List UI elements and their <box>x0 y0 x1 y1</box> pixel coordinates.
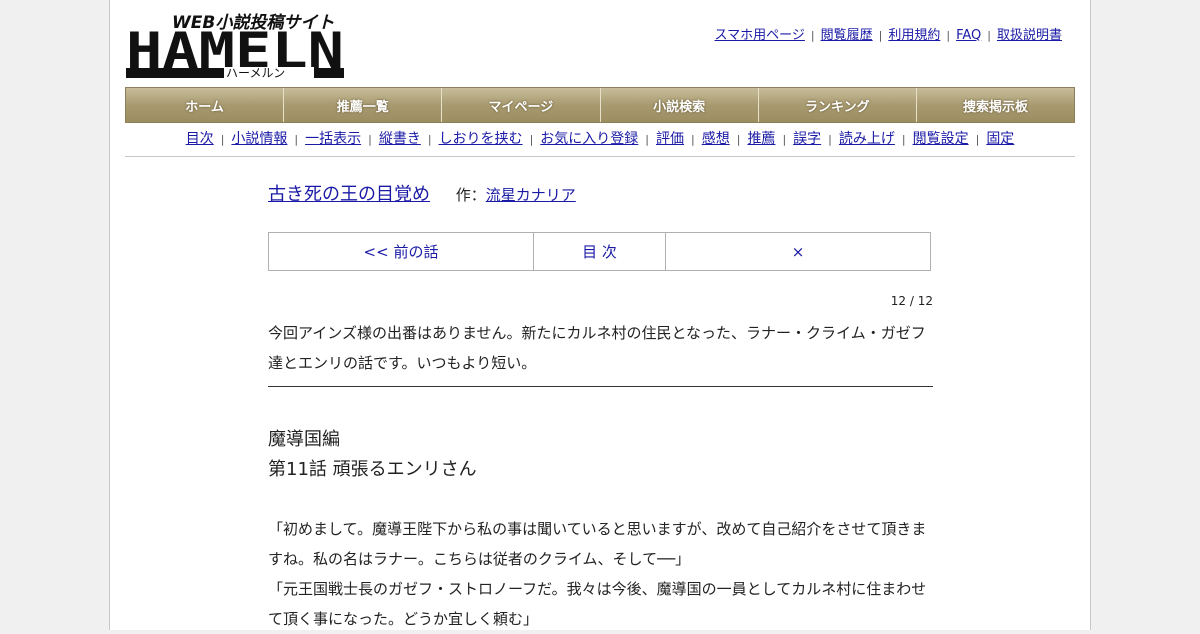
link-faq[interactable]: FAQ <box>956 28 981 43</box>
nav-home[interactable]: ホーム <box>126 88 285 122</box>
link-recommend[interactable]: 推薦 <box>747 131 775 147</box>
link-terms[interactable]: 利用規約 <box>888 28 940 43</box>
toc-button[interactable]: 目 次 <box>534 233 666 270</box>
link-comments[interactable]: 感想 <box>702 131 730 147</box>
nav-search-board[interactable]: 捜索掲示板 <box>916 88 1075 122</box>
body-paragraph: 「元王国戦士長のガゼフ・ストロノーフだ。我々は今後、魔導国の一員としてカルネ村に… <box>268 580 927 628</box>
link-history[interactable]: 閲覧履歴 <box>821 28 873 43</box>
nav-mypage[interactable]: マイページ <box>442 88 601 122</box>
link-typo[interactable]: 誤字 <box>793 131 821 147</box>
nav-recommendations[interactable]: 推薦一覧 <box>284 88 443 122</box>
logo-kana: ハーメルン <box>226 66 285 80</box>
close-button[interactable]: × <box>666 233 930 270</box>
link-favorite[interactable]: お気に入り登録 <box>540 131 638 147</box>
chapter-body: 「初めまして。魔導王陛下から私の事は聞いていると思いますが、改めて自己紹介をさせ… <box>268 514 933 634</box>
link-rate[interactable]: 評価 <box>656 131 684 147</box>
episode-counter: 12 / 12 <box>890 294 933 308</box>
link-novel-info[interactable]: 小説情報 <box>231 131 287 147</box>
link-toc[interactable]: 目次 <box>186 131 214 147</box>
site-logo[interactable]: WEB小説投稿サイト HAMELN ハーメルン <box>126 10 346 80</box>
chapter-heading: 魔導国編 第11話 頑張るエンリさん <box>268 425 477 485</box>
chapter-title: 第11話 頑張るエンリさん <box>268 459 477 480</box>
nav-ranking[interactable]: ランキング <box>758 88 917 122</box>
link-bookmark[interactable]: しおりを挟む <box>439 131 523 147</box>
link-view-settings[interactable]: 閲覧設定 <box>913 131 969 147</box>
page-container: WEB小説投稿サイト HAMELN ハーメルン スマホ用ページ | 閲覧履歴 | 利用規… <box>109 0 1091 630</box>
novel-title[interactable]: 古き死の王の目覚め <box>268 184 430 205</box>
link-smartphone[interactable]: スマホ用ページ <box>715 28 805 43</box>
link-vertical[interactable]: 縦書き <box>379 131 421 147</box>
author-prefix: 作： <box>455 186 486 204</box>
arc-title: 魔導国編 <box>268 429 340 450</box>
novel-header: 古き死の王の目覚め 作：流星カナリア <box>268 180 933 206</box>
top-links: スマホ用ページ | 閲覧履歴 | 利用規約 | FAQ | 取扱説明書 <box>714 28 1062 43</box>
episode-pager: << 前の話 目 次 × <box>268 232 931 271</box>
novel-toolbar: 目次 | 小説情報 | 一括表示 | 縦書き | しおりを挟む | お気に入り登録 | 評価 | 感想 | 推薦… <box>125 128 1075 157</box>
author-preface: 今回アインズ様の出番はありません。新たにカルネ村の住民となった、ラナー・クライム… <box>268 318 933 387</box>
link-read-aloud[interactable]: 読み上げ <box>839 131 895 147</box>
prev-episode-button[interactable]: << 前の話 <box>269 233 534 270</box>
body-paragraph: 「初めまして。魔導王陛下から私の事は聞いていると思いますが、改めて自己紹介をさせ… <box>268 520 927 568</box>
nav-novel-search[interactable]: 小説検索 <box>600 88 759 122</box>
link-show-all[interactable]: 一括表示 <box>305 131 361 147</box>
main-nav: ホーム 推薦一覧 マイページ 小説検索 ランキング 捜索掲示板 <box>125 87 1075 123</box>
novel-content: 古き死の王の目覚め 作：流星カナリア << 前の話 目 次 × 12 / 12 … <box>268 180 933 628</box>
author-link[interactable]: 流星カナリア <box>486 186 576 204</box>
link-pin[interactable]: 固定 <box>986 131 1014 147</box>
link-manual[interactable]: 取扱説明書 <box>997 28 1062 43</box>
